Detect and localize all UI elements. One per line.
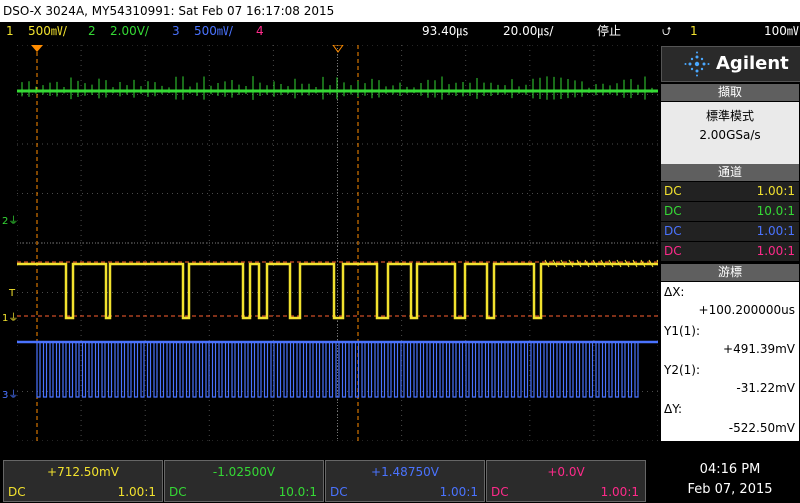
ground-icon: ⏚	[8, 390, 19, 401]
agilent-spark-icon	[684, 51, 710, 77]
ch1-number[interactable]: 1	[6, 22, 14, 41]
clock-time: 04:16 PM	[699, 462, 761, 477]
window-title: DSO-X 3024A, MY54310991: Sat Feb 07 16:1…	[3, 4, 335, 18]
clock: 04:16 PM Feb 07, 2015	[660, 460, 800, 500]
timebase[interactable]: 20.00㎲/	[503, 22, 553, 41]
agilent-logo: Agilent	[661, 46, 800, 82]
bottom-bar: +712.50mV DC 1.00:1 -1.02500V DC 10.0:1 …	[0, 457, 800, 503]
ch3-ground-marker[interactable]: 3⏚	[2, 386, 18, 401]
ch1-ground-marker[interactable]: 1⏚	[2, 309, 18, 324]
y2-label: Y2(1):	[664, 363, 701, 377]
x1-cursor-marker[interactable]	[31, 45, 43, 52]
cursors-header[interactable]: 游標	[661, 264, 799, 281]
ch1-offset-box[interactable]: +712.50mV DC 1.00:1	[3, 460, 163, 502]
dx-value: +100.200000us	[698, 303, 795, 317]
cursors-body: ΔX: +100.200000us Y1(1): +491.39mV Y2(1)…	[661, 282, 799, 441]
side-panel: Agilent 擷取 標準模式 2.00GSa/s 通道 DC 1.00:1 DC…	[658, 45, 800, 441]
ch2-number[interactable]: 2	[88, 22, 96, 41]
sample-rate: 2.00GSa/s	[699, 128, 761, 142]
y1-value: +491.39mV	[723, 342, 795, 356]
brand-name: Agilent	[716, 53, 789, 74]
trigger-level[interactable]: 100㎷	[764, 22, 799, 41]
waveform-display[interactable]	[16, 44, 662, 442]
dy-value: -522.50mV	[728, 421, 795, 435]
channel-row-2[interactable]: DC 10.0:1	[661, 202, 799, 221]
dx-label: ΔX:	[664, 285, 685, 299]
trigger-source[interactable]: 1	[690, 22, 698, 41]
dy-label: ΔY:	[664, 402, 682, 416]
acquisition-mode: 標準模式	[705, 109, 754, 123]
ch1-scale[interactable]: 500㎷/	[28, 22, 67, 41]
acquisition-header[interactable]: 擷取	[661, 84, 799, 101]
ch3-number[interactable]: 3	[172, 22, 180, 41]
window-title-bar: DSO-X 3024A, MY54310991: Sat Feb 07 16:1…	[0, 0, 800, 22]
ch2-waveform	[17, 76, 658, 100]
ch3-scale[interactable]: 500㎷/	[194, 22, 233, 41]
time-offset[interactable]: 93.40㎲	[422, 22, 468, 41]
channels-header[interactable]: 通道	[661, 164, 799, 181]
channel-row-3[interactable]: DC 1.00:1	[661, 222, 799, 241]
y1-label: Y1(1):	[664, 324, 701, 338]
ch2-offset-box[interactable]: -1.02500V DC 10.0:1	[164, 460, 324, 502]
rising-edge-icon: ⮍	[662, 24, 672, 38]
graticule	[16, 44, 659, 442]
trigger-level-marker[interactable]: T	[9, 288, 15, 299]
ch2-ground-marker[interactable]: 2⏚	[2, 212, 18, 227]
ch2-scale[interactable]: 2.00V/	[110, 22, 149, 41]
acquisition-body: 標準模式 2.00GSa/s	[661, 102, 799, 164]
run-state[interactable]: 停止	[597, 22, 621, 41]
ground-icon: ⏚	[8, 313, 19, 324]
clock-date: Feb 07, 2015	[687, 482, 773, 497]
channel-row-4[interactable]: DC 1.00:1	[661, 242, 799, 261]
waveform-svg	[16, 44, 662, 442]
y2-value: -31.22mV	[736, 381, 795, 395]
ch3-offset-box[interactable]: +1.48750V DC 1.00:1	[325, 460, 485, 502]
ground-icon: ⏚	[8, 216, 19, 227]
status-bar: 1 500㎷/ 2 2.00V/ 3 500㎷/ 4 93.40㎲ 20.00㎲…	[0, 22, 800, 41]
channel-row-1[interactable]: DC 1.00:1	[661, 182, 799, 201]
ch4-number[interactable]: 4	[256, 22, 264, 41]
ch4-offset-box[interactable]: +0.0V DC 1.00:1	[486, 460, 646, 502]
